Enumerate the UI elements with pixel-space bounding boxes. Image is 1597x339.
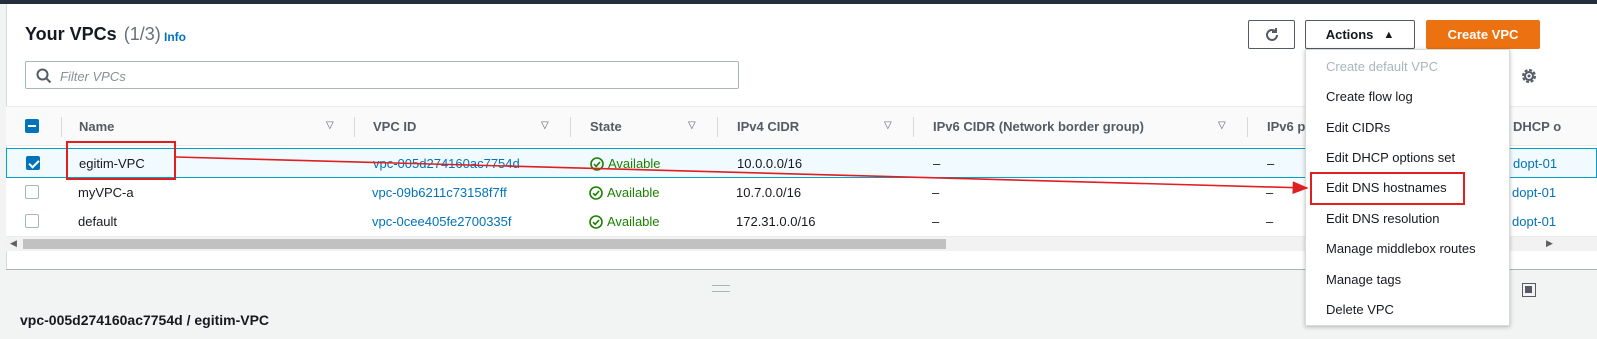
annotation-arrow (175, 156, 1309, 195)
